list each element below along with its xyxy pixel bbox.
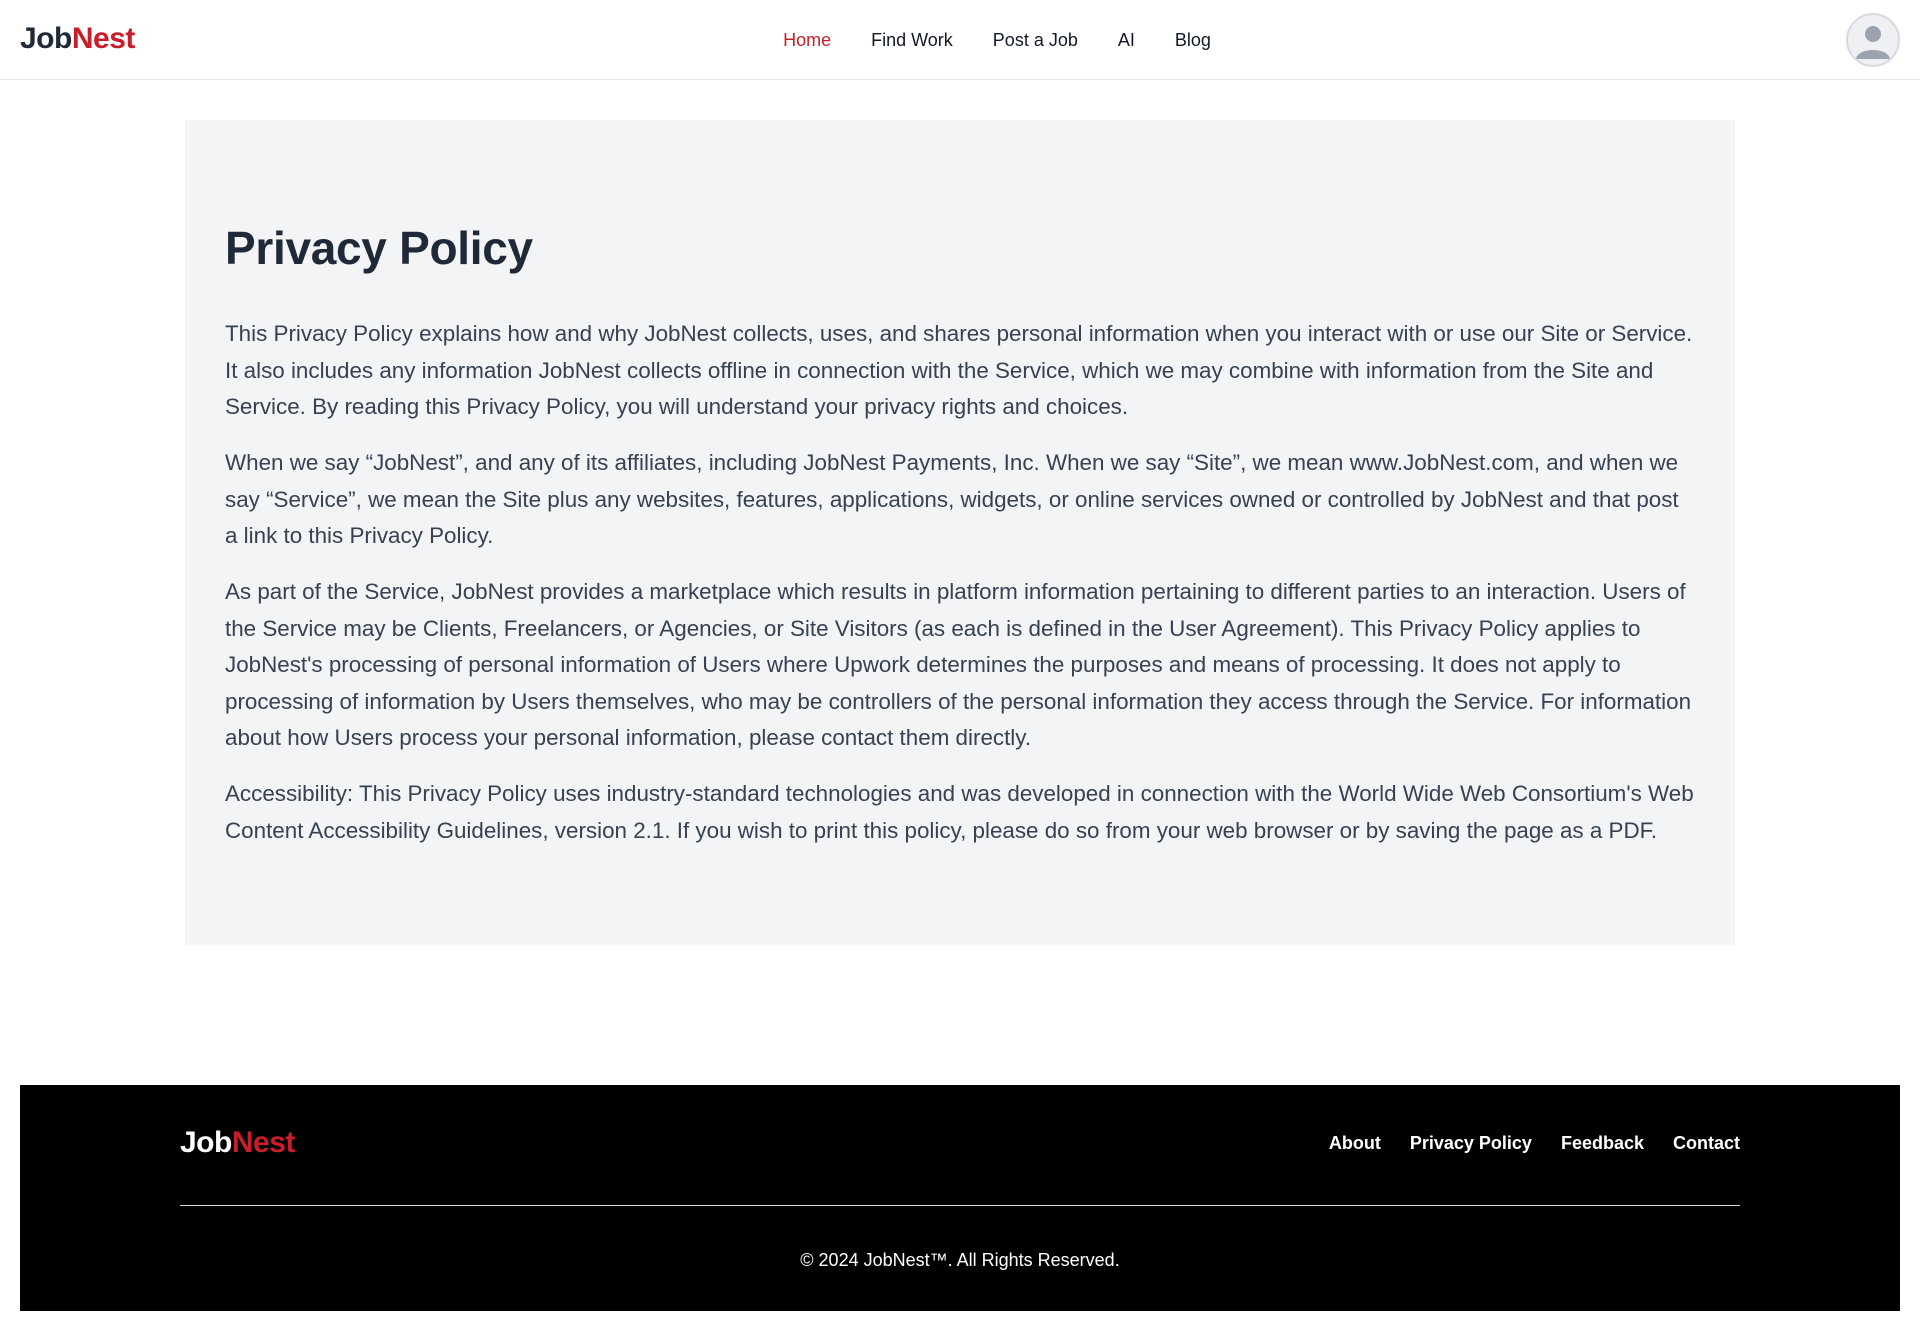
footer-link-feedback[interactable]: Feedback — [1561, 1133, 1644, 1154]
footer-copyright: © 2024 JobNest™. All Rights Reserved. — [800, 1250, 1120, 1270]
nav-item-home[interactable]: Home — [763, 0, 851, 80]
nav-item-find-work[interactable]: Find Work — [851, 0, 973, 80]
nav-item-ai[interactable]: AI — [1098, 0, 1155, 80]
policy-paragraph-3: As part of the Service, JobNest provides… — [225, 579, 1692, 750]
nav-item-blog[interactable]: Blog — [1155, 0, 1231, 80]
policy-paragraph-2: When we say “JobNest”, and any of its af… — [225, 450, 1679, 548]
nav-item-post-a-job[interactable]: Post a Job — [973, 0, 1098, 80]
footer-link-contact[interactable]: Contact — [1673, 1133, 1740, 1154]
user-avatar-icon — [1856, 26, 1890, 59]
site-footer: JobNest About Privacy Policy Feedback Co… — [20, 1085, 1900, 1311]
footer-brand-part1: Job — [180, 1126, 232, 1159]
footer-brand-part2: Nest — [231, 1126, 296, 1159]
user-avatar-button[interactable] — [1846, 13, 1900, 67]
privacy-policy-card: Privacy Policy This Privacy Policy expla… — [185, 120, 1735, 945]
footer-link-privacy-policy[interactable]: Privacy Policy — [1410, 1133, 1532, 1154]
top-navbar: JobNest Home Find Work Post a Job AI Blo… — [0, 0, 1920, 80]
footer-divider — [180, 1205, 1740, 1206]
footer-links: About Privacy Policy Feedback Contact — [1329, 1125, 1740, 1161]
policy-paragraph-4: Accessibility: This Privacy Policy uses … — [225, 781, 1694, 843]
page-title: Privacy Policy — [225, 222, 533, 274]
main-nav: Home Find Work Post a Job AI Blog — [0, 0, 1920, 80]
policy-paragraph-1: This Privacy Policy explains how and why… — [225, 321, 1693, 419]
footer-link-about[interactable]: About — [1329, 1133, 1381, 1154]
footer-brand-logo[interactable]: JobNest — [180, 1125, 295, 1161]
